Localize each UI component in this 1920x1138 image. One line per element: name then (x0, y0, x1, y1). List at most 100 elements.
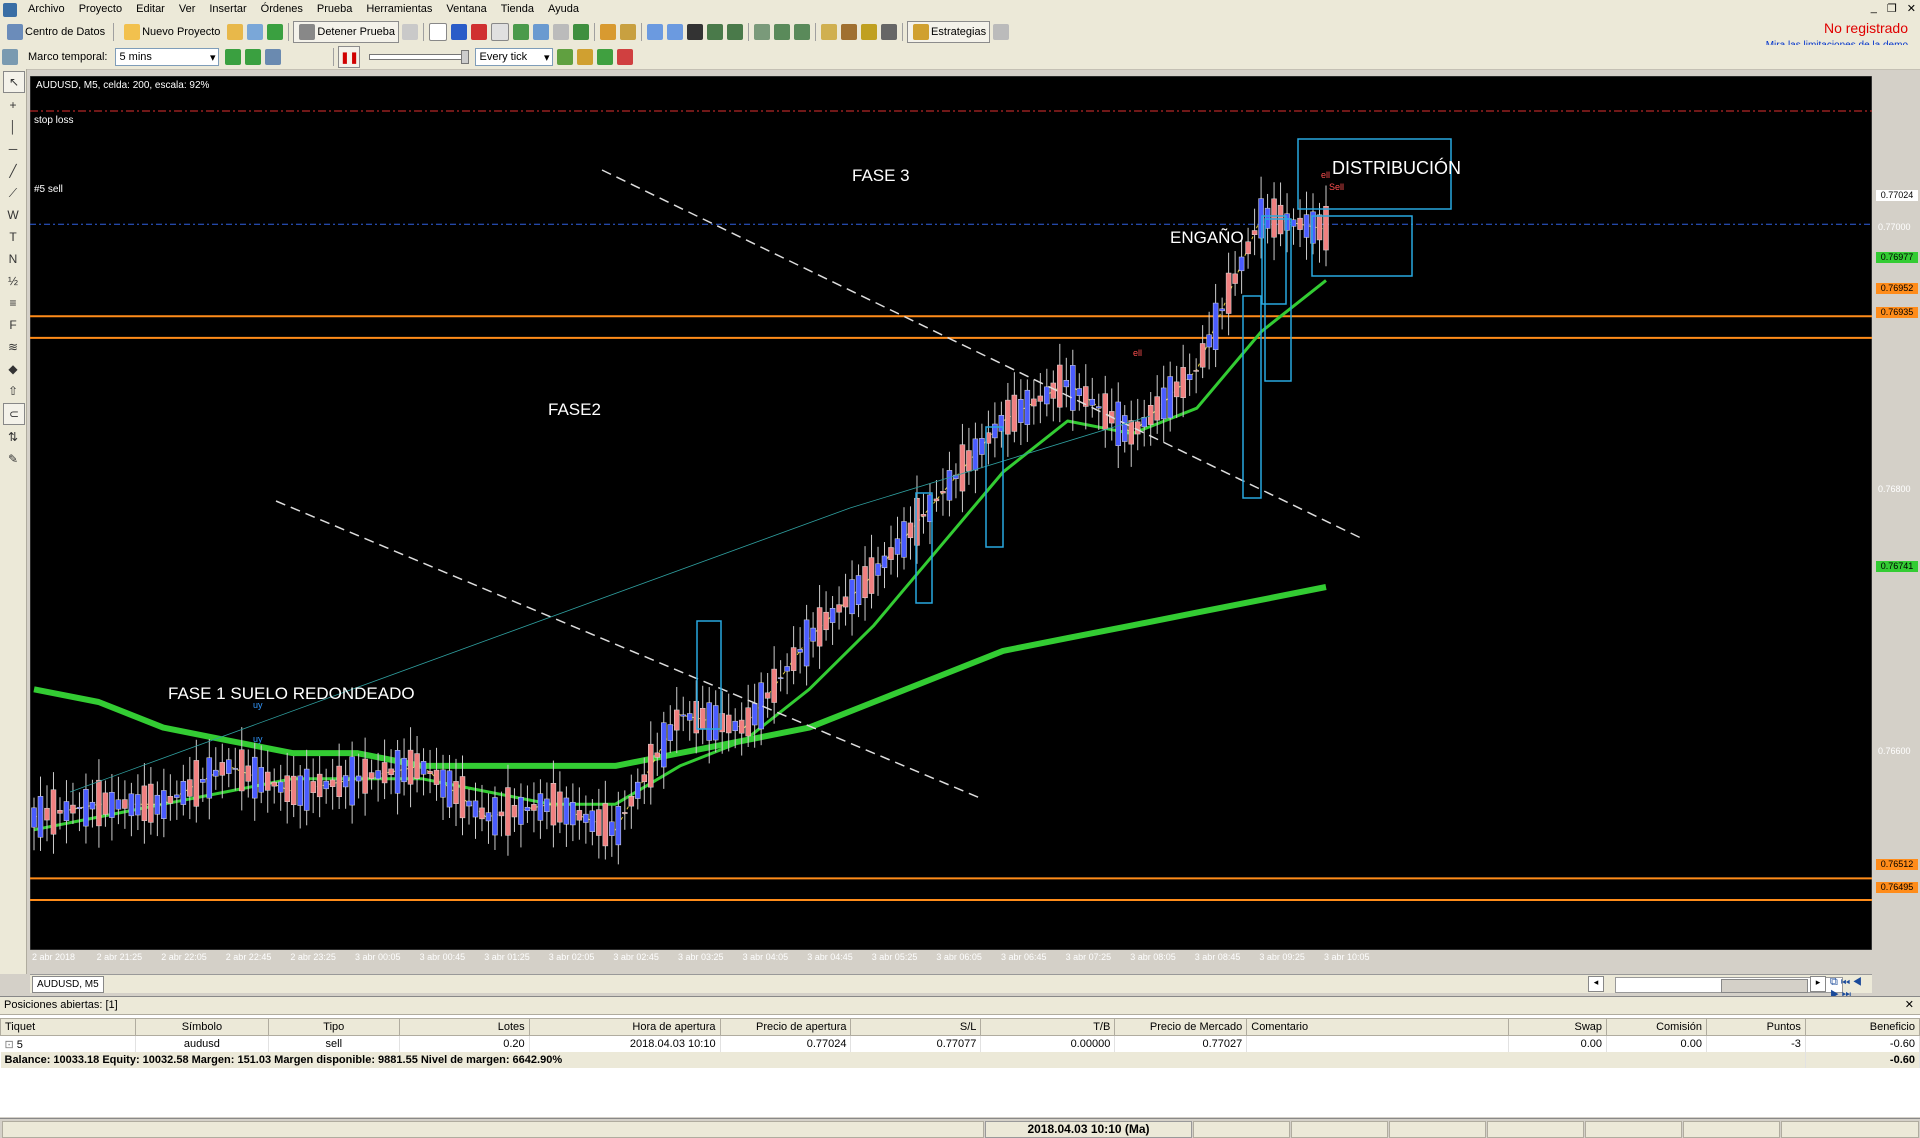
delete-icon[interactable] (553, 24, 570, 40)
restore-icon[interactable]: ❐ (1887, 2, 1897, 15)
more-tools-icon[interactable]: ✎ (3, 449, 23, 469)
close-icon[interactable]: ✕ (1907, 2, 1916, 15)
col-header[interactable]: Comentario (1246, 1018, 1510, 1036)
step-icon[interactable] (557, 49, 574, 65)
zoom-in-icon[interactable] (647, 24, 664, 40)
new-document-icon[interactable] (429, 23, 448, 41)
col-header[interactable]: Símbolo (134, 1018, 269, 1036)
col-header[interactable]: Tiquet (0, 1018, 136, 1036)
report-icon[interactable] (491, 23, 510, 41)
col-header[interactable]: Hora de apertura (528, 1018, 721, 1036)
menu-insertar[interactable]: Insertar (202, 0, 253, 19)
shape-icon[interactable]: ◆ (3, 359, 23, 379)
channel-icon[interactable]: ≡ (3, 293, 23, 313)
col-header[interactable]: Precio de Mercado (1114, 1018, 1248, 1036)
sync-icon[interactable] (265, 49, 282, 65)
wave-icon[interactable]: W (3, 205, 23, 225)
stop-test-button[interactable]: Detener Prueba (293, 21, 400, 43)
refresh-icon[interactable] (267, 24, 284, 40)
template-icon[interactable] (841, 24, 858, 40)
line-chart-icon[interactable] (754, 24, 771, 40)
menu-editar[interactable]: Editar (129, 0, 172, 19)
check-icon[interactable] (513, 24, 530, 40)
menu-ayuda[interactable]: Ayuda (541, 0, 586, 19)
gann-icon[interactable]: ≋ (3, 337, 23, 357)
menu-ventana[interactable]: Ventana (439, 0, 493, 19)
text-icon[interactable]: T (3, 227, 23, 247)
menu-herramientas[interactable]: Herramientas (359, 0, 439, 19)
export-icon[interactable] (573, 24, 590, 40)
vertical-line-icon[interactable]: │ (3, 117, 23, 137)
timeframe-select[interactable]: 5 mins ▾ (115, 48, 220, 66)
speed-slider[interactable] (369, 50, 470, 64)
table-row[interactable]: ⊡ 5 audusd sell 0.20 2018.04.03 10:10 0.… (0, 1035, 1920, 1052)
zoom-out-icon[interactable] (667, 24, 684, 40)
menu-tienda[interactable]: Tienda (494, 0, 541, 19)
p-icon[interactable] (451, 24, 468, 40)
menu-archivo[interactable]: Archivo (21, 0, 72, 19)
chart-tab-audusd[interactable]: AUDUSD, M5 (32, 976, 104, 993)
col-header[interactable]: Tipo (267, 1018, 400, 1036)
col-header[interactable]: Swap (1508, 1018, 1608, 1036)
pause-button[interactable]: ❚❚ (338, 46, 361, 68)
col-header[interactable]: Precio de apertura (719, 1018, 852, 1036)
data-center-button[interactable]: Centro de Datos (1, 21, 109, 43)
download-icon[interactable] (533, 24, 550, 40)
step-forward-icon[interactable] (577, 49, 594, 65)
menu-proyecto[interactable]: Proyecto (72, 0, 129, 19)
menu-ver[interactable]: Ver (172, 0, 203, 19)
bar-chart-icon[interactable] (707, 24, 724, 40)
fibonacci-icon[interactable]: ½ (3, 271, 23, 291)
m-icon[interactable] (471, 24, 488, 40)
candle-body (83, 789, 89, 827)
gear-icon[interactable] (600, 24, 617, 40)
col-header[interactable]: Beneficio (1804, 1018, 1920, 1036)
col-header[interactable]: Comisión (1606, 1018, 1707, 1036)
col-header[interactable]: T/B (980, 1018, 1116, 1036)
candle-body (940, 491, 946, 494)
trendline-icon[interactable]: ╱ (3, 161, 23, 181)
menu-prueba[interactable]: Prueba (310, 0, 359, 19)
measure-icon[interactable]: ⇅ (3, 427, 23, 447)
scroll-icon[interactable] (794, 24, 811, 40)
fib-fan-icon[interactable]: F (3, 315, 23, 335)
close-icon[interactable]: ✕ (1905, 997, 1914, 1014)
horizontal-scrollbar[interactable] (1615, 977, 1843, 993)
scrollbar-thumb[interactable] (1721, 979, 1808, 993)
scroll-right-icon[interactable]: ▸ (1810, 976, 1826, 992)
candle-chart-icon[interactable] (727, 24, 744, 40)
price-chart[interactable]: AUDUSD, M5, celda: 200, escala: 92% stop… (30, 76, 1918, 962)
settings-icon[interactable] (402, 24, 419, 40)
horizontal-line-icon[interactable]: ─ (3, 139, 23, 159)
new-project-button[interactable]: Nuevo Proyecto (118, 21, 224, 43)
crosshair-icon[interactable]: + (3, 95, 23, 115)
arrow-down-icon[interactable] (245, 49, 262, 65)
cursor-icon[interactable]: ↖ (3, 71, 25, 93)
gear-alt-icon[interactable] (620, 24, 637, 40)
strategies-button[interactable]: Estrategias (907, 21, 991, 43)
arrow-icon[interactable]: ⇧ (3, 381, 23, 401)
ray-icon[interactable]: ⟋ (3, 183, 23, 203)
indicator-icon[interactable] (774, 24, 791, 40)
speed-slider-thumb[interactable] (461, 50, 470, 64)
grid-icon[interactable] (993, 24, 1010, 40)
col-header[interactable]: Puntos (1705, 1018, 1806, 1036)
label-icon[interactable]: N (3, 249, 23, 269)
add-indicator-icon[interactable] (821, 24, 838, 40)
chart-properties-icon[interactable] (2, 49, 18, 65)
minimize-icon[interactable]: _ (1871, 2, 1877, 15)
arrow-up-icon[interactable] (225, 49, 242, 65)
col-header[interactable]: Lotes (398, 1018, 530, 1036)
scroll-left-icon[interactable]: ◂ (1588, 976, 1604, 992)
tick-mode-select[interactable]: Every tick ▾ (475, 48, 554, 66)
menu-ordenes[interactable]: Órdenes (254, 0, 310, 19)
step-back-icon[interactable] (597, 49, 614, 65)
save-icon[interactable] (247, 24, 264, 40)
camera-icon[interactable] (881, 24, 898, 40)
magnet-icon[interactable]: ⊂ (3, 403, 25, 425)
end-icon[interactable] (617, 49, 634, 65)
open-folder-icon[interactable] (227, 24, 244, 40)
brush-icon[interactable] (861, 24, 878, 40)
col-header[interactable]: S/L (850, 1018, 982, 1036)
binoculars-icon[interactable] (687, 24, 704, 40)
